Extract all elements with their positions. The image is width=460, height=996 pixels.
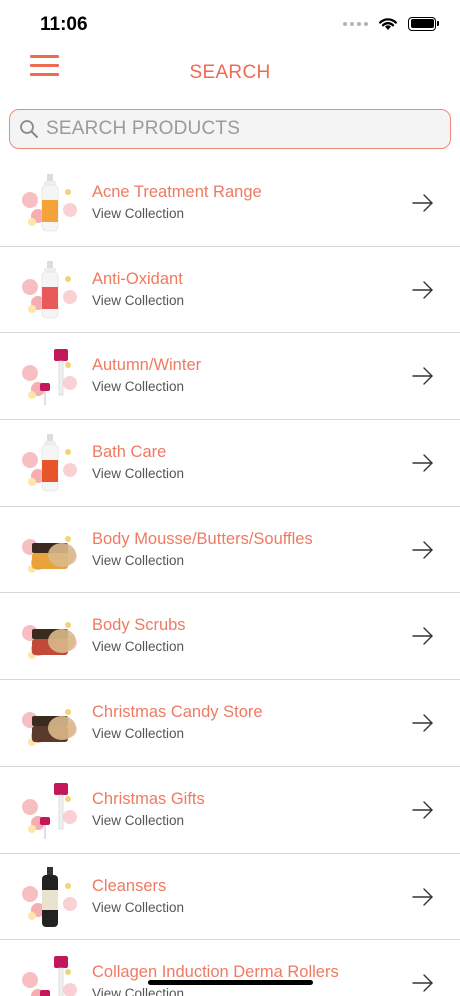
list-item[interactable]: Body Scrubs View Collection — [0, 593, 460, 681]
arrow-right-icon[interactable] — [412, 886, 434, 908]
product-thumbnail — [22, 622, 77, 660]
arrow-right-icon[interactable] — [412, 279, 434, 301]
list-item[interactable]: Acne Treatment Range View Collection — [0, 160, 460, 247]
search-bar[interactable] — [9, 109, 451, 149]
view-collection-label: View Collection — [92, 812, 185, 828]
home-indicator — [148, 980, 313, 985]
search-icon — [20, 120, 38, 138]
item-text: Cleansers View Collection — [92, 876, 184, 915]
collection-title: Body Mousse/Butters/Souffles — [92, 529, 313, 548]
product-thumbnail — [22, 349, 77, 406]
product-thumbnail — [22, 434, 77, 492]
item-text: Acne Treatment Range View Collection — [92, 182, 262, 221]
item-text: Anti-Oxidant View Collection — [92, 269, 184, 308]
item-text: Christmas Candy Store View Collection — [92, 702, 263, 741]
product-thumbnail — [22, 535, 77, 573]
status-bar: 11:06 — [0, 0, 460, 50]
screen: 11:06 SEARCH SEARCH PRODUCTS Acne Treatm… — [0, 0, 460, 996]
arrow-right-icon[interactable] — [412, 712, 434, 734]
status-indicators — [343, 16, 439, 31]
page-title: SEARCH — [189, 62, 271, 83]
arrow-right-icon[interactable] — [412, 365, 434, 387]
item-text: Body Mousse/Butters/Souffles View Collect… — [92, 529, 313, 568]
product-thumbnail — [22, 866, 77, 927]
collection-title: Christmas Candy Store — [92, 703, 263, 722]
list-item[interactable]: Collagen Induction Derma Rollers View Col… — [0, 940, 460, 996]
item-text: Body Scrubs View Collection — [92, 615, 186, 654]
arrow-right-icon[interactable] — [412, 539, 434, 561]
view-collection-label: View Collection — [92, 639, 185, 655]
status-time: 11:06 — [40, 14, 88, 35]
collection-list: Acne Treatment Range View Collection Anti… — [0, 160, 460, 996]
product-thumbnail — [22, 709, 77, 747]
view-collection-label: View Collection — [92, 466, 185, 482]
search-input[interactable] — [46, 118, 426, 140]
collection-title: Anti-Oxidant — [92, 269, 183, 288]
list-item[interactable]: Cleansers View Collection — [0, 854, 460, 941]
collection-title: Autumn/Winter — [92, 356, 202, 375]
collection-title: Bath Care — [92, 443, 167, 462]
list-item[interactable]: Anti-Oxidant View Collection — [0, 247, 460, 334]
view-collection-label: View Collection — [92, 726, 185, 742]
header: SEARCH — [0, 50, 460, 100]
list-item[interactable]: Body Mousse/Butters/Souffles View Collect… — [0, 507, 460, 594]
item-text: Autumn/Winter View Collection — [92, 355, 201, 394]
product-thumbnail — [22, 260, 77, 318]
list-item[interactable]: Bath Care View Collection — [0, 420, 460, 507]
cellular-signal-icon — [343, 21, 368, 26]
view-collection-label: View Collection — [92, 206, 185, 221]
collection-title: Cleansers — [92, 876, 167, 895]
collection-title: Body Scrubs — [92, 616, 186, 635]
battery-icon — [408, 16, 439, 31]
arrow-right-icon[interactable] — [412, 972, 434, 994]
view-collection-label: View Collection — [92, 986, 185, 996]
product-thumbnail — [22, 782, 77, 839]
arrow-right-icon[interactable] — [412, 799, 434, 821]
collection-title: Acne Treatment Range — [92, 183, 262, 201]
collection-title: Christmas Gifts — [92, 789, 205, 808]
view-collection-label: View Collection — [92, 379, 185, 395]
list-item[interactable]: Christmas Gifts View Collection — [0, 767, 460, 854]
arrow-right-icon[interactable] — [412, 452, 434, 474]
item-text: Bath Care View Collection — [92, 442, 184, 481]
wifi-icon — [379, 18, 397, 30]
arrow-right-icon[interactable] — [412, 192, 434, 214]
product-thumbnail — [22, 174, 77, 232]
view-collection-label: View Collection — [92, 292, 185, 308]
list-item[interactable]: Autumn/Winter View Collection — [0, 333, 460, 421]
item-text: Christmas Gifts View Collection — [92, 789, 205, 828]
view-collection-label: View Collection — [92, 899, 185, 915]
list-item[interactable]: Christmas Candy Store View Collection — [0, 680, 460, 767]
product-thumbnail — [22, 956, 77, 996]
view-collection-label: View Collection — [92, 552, 185, 568]
arrow-right-icon[interactable] — [412, 625, 434, 647]
